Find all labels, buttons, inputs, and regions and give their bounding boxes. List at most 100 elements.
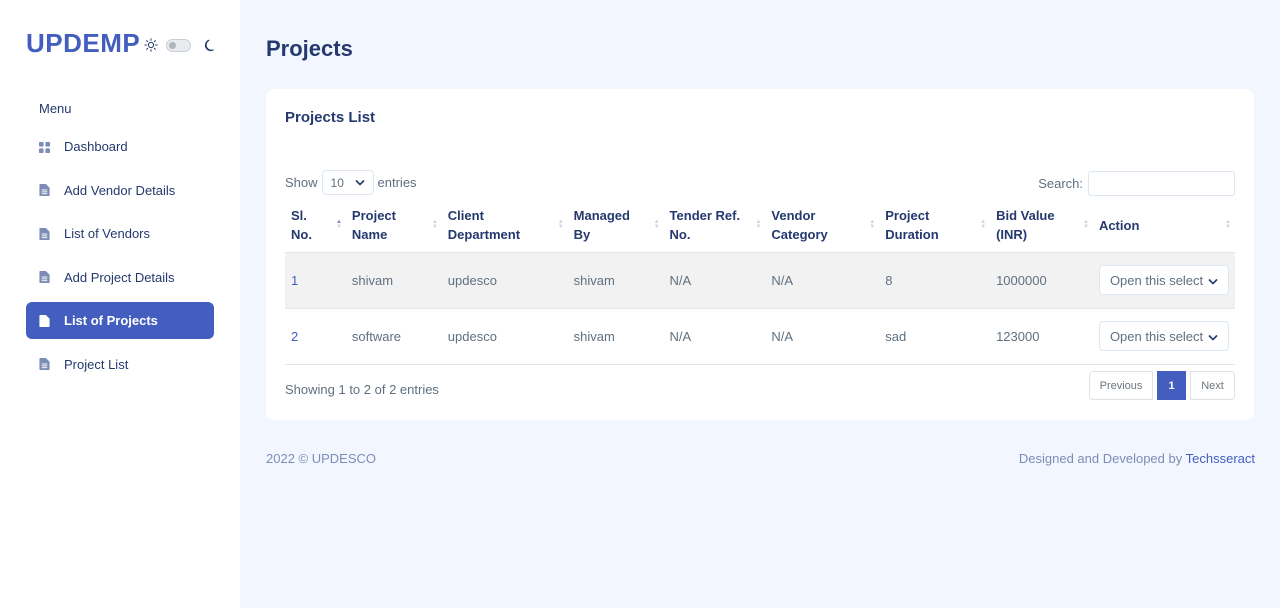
sidebar-item-label: Add Vendor Details xyxy=(64,182,176,198)
entries-select[interactable]: 10 xyxy=(321,170,374,195)
column-header[interactable]: Bid Value (INR) ▲ ▼ xyxy=(990,199,1093,253)
page-title: Projects xyxy=(266,36,353,61)
document-icon xyxy=(39,227,50,240)
entries-select-value: 10 xyxy=(330,175,344,190)
sidebar-item-label: Dashboard xyxy=(64,139,128,154)
card-title: Projects List xyxy=(285,109,376,126)
column-header[interactable]: Sl. No. ▲ ▼ xyxy=(285,199,346,253)
sort-icon: ▲ ▼ xyxy=(1082,219,1089,231)
sidebar-item-project-list[interactable]: Project List xyxy=(26,346,214,383)
column-header-label: Sl. No. xyxy=(291,208,312,243)
sort-icon: ▲ ▼ xyxy=(1225,219,1231,231)
table-header-row: Sl. No. ▲ ▼ Project Name ▲ ▼ Client Department… xyxy=(285,199,1235,253)
column-header[interactable]: Action ▲ ▼ xyxy=(1092,199,1235,253)
cell-category: N/A xyxy=(765,308,880,365)
sort-icon: ▲ ▼ xyxy=(431,219,438,231)
column-header-label: Managed By xyxy=(573,208,630,243)
column-header[interactable]: Tender Ref. No. ▲ ▼ xyxy=(663,199,766,253)
cell-name: software xyxy=(345,308,442,365)
sort-icon: ▲ ▼ xyxy=(755,219,762,231)
search-control: Search: xyxy=(1038,171,1235,196)
column-header[interactable]: Managed By ▲ ▼ xyxy=(567,199,664,253)
document-icon xyxy=(39,358,50,370)
sort-icon: ▲ ▼ xyxy=(980,219,987,231)
cell-managed: shivam xyxy=(567,252,664,309)
search-label: Search: xyxy=(1038,176,1083,191)
column-header-label: Project Name xyxy=(351,208,396,243)
cell-duration: sad xyxy=(879,308,991,365)
sort-icon: ▲ ▼ xyxy=(653,219,660,231)
cell-name: shivam xyxy=(345,252,442,309)
column-header-label: Action xyxy=(1098,217,1140,233)
grid-icon xyxy=(39,141,50,153)
action-select[interactable]: Open this select xyxy=(1098,265,1229,295)
footer-credit-text: Designed and Developed by xyxy=(1018,451,1183,466)
sidebar-item-label: List of Vendors xyxy=(64,226,150,241)
cell-bid: 123000 xyxy=(990,308,1093,365)
column-header-label: Vendor Category xyxy=(771,208,828,243)
sort-icon: ▲ ▼ xyxy=(335,219,342,231)
cell-dept: updesco xyxy=(441,252,568,309)
next-button[interactable]: Next xyxy=(1190,371,1235,400)
document-icon xyxy=(39,271,50,283)
footer-copyright: 2022 © UPDESCO xyxy=(266,451,377,466)
cell-action: Open this select xyxy=(1092,252,1235,309)
search-input[interactable] xyxy=(1088,171,1235,196)
sidebar-item-add-project-details[interactable]: Add Project Details xyxy=(26,259,214,296)
chevron-down-icon xyxy=(1208,273,1218,288)
sidebar-item-label: List of Projects xyxy=(64,313,158,328)
pagination: Previous 1 Next xyxy=(1089,371,1235,400)
action-select-value: Open this select xyxy=(1109,272,1204,288)
cell-dept: updesco xyxy=(441,308,568,365)
projects-card: Projects List Show 10 entries Search: Sl… xyxy=(266,89,1254,420)
cell-sl: 1 xyxy=(285,252,346,309)
cell-sl: 2 xyxy=(285,308,346,365)
switch-knob xyxy=(169,41,177,49)
cell-bid: 1000000 xyxy=(990,252,1093,309)
column-header[interactable]: Client Department ▲ ▼ xyxy=(441,199,568,253)
projects-table: Sl. No. ▲ ▼ Project Name ▲ ▼ Client Department… xyxy=(285,199,1235,365)
column-header[interactable]: Vendor Category ▲ ▼ xyxy=(765,199,880,253)
column-header-label: Bid Value (INR) xyxy=(996,208,1055,243)
menu-title: Menu xyxy=(39,101,72,116)
chevron-down-icon xyxy=(1208,329,1218,344)
column-header-label: Project Duration xyxy=(885,208,939,243)
previous-button[interactable]: Previous xyxy=(1089,371,1153,400)
document-icon xyxy=(39,184,50,196)
chevron-down-icon xyxy=(354,179,365,186)
sidebar-menu: Dashboard Add Vendor Details List of Vendo… xyxy=(26,128,214,389)
cell-managed: shivam xyxy=(567,308,664,365)
sidebar-item-list-of-vendors[interactable]: List of Vendors xyxy=(26,215,214,252)
theme-toggle[interactable] xyxy=(144,38,218,52)
column-header-label: Client Department xyxy=(447,208,521,243)
table-row: 1 shivam updesco shivam N/A N/A 8 1000000 Open t… xyxy=(285,252,1235,309)
document-icon xyxy=(39,314,50,327)
sidebar-item-list-of-projects[interactable]: List of Projects xyxy=(26,302,214,339)
action-select[interactable]: Open this select xyxy=(1098,321,1229,351)
sidebar-item-add-vendor-details[interactable]: Add Vendor Details xyxy=(26,172,214,209)
cell-action: Open this select xyxy=(1092,308,1235,365)
sidebar: UPDEMP Menu Dashboard Add Vendor Details L… xyxy=(0,0,240,608)
page-1-button[interactable]: 1 xyxy=(1157,371,1186,400)
entries-length-control: Show 10 entries xyxy=(285,170,417,195)
logo[interactable]: UPDEMP xyxy=(26,28,140,59)
column-header[interactable]: Project Name ▲ ▼ xyxy=(345,199,442,253)
moon-icon xyxy=(205,39,215,52)
column-header-label: Tender Ref. No. xyxy=(669,208,741,243)
footer-credit: Designed and Developed by Techsseract xyxy=(1019,451,1255,466)
show-label: Show xyxy=(285,175,318,190)
table-body: 1 shivam updesco shivam N/A N/A 8 1000000 Open t… xyxy=(285,252,1235,365)
sidebar-item-label: Project List xyxy=(64,356,129,372)
cell-tender: N/A xyxy=(663,308,766,365)
theme-switch[interactable] xyxy=(166,38,192,52)
column-header[interactable]: Project Duration ▲ ▼ xyxy=(879,199,991,253)
action-select-value: Open this select xyxy=(1109,328,1204,344)
sort-icon: ▲ ▼ xyxy=(869,219,876,231)
entries-label: entries xyxy=(377,175,417,190)
table-row: 2 software updesco shivam N/A N/A sad 123000 Ope… xyxy=(285,308,1235,365)
sidebar-item-dashboard[interactable]: Dashboard xyxy=(26,128,214,165)
logo-row: UPDEMP xyxy=(26,28,218,58)
footer-credit-link[interactable]: Techsseract xyxy=(1186,451,1255,466)
cell-tender: N/A xyxy=(663,252,766,309)
sun-icon xyxy=(144,38,158,52)
